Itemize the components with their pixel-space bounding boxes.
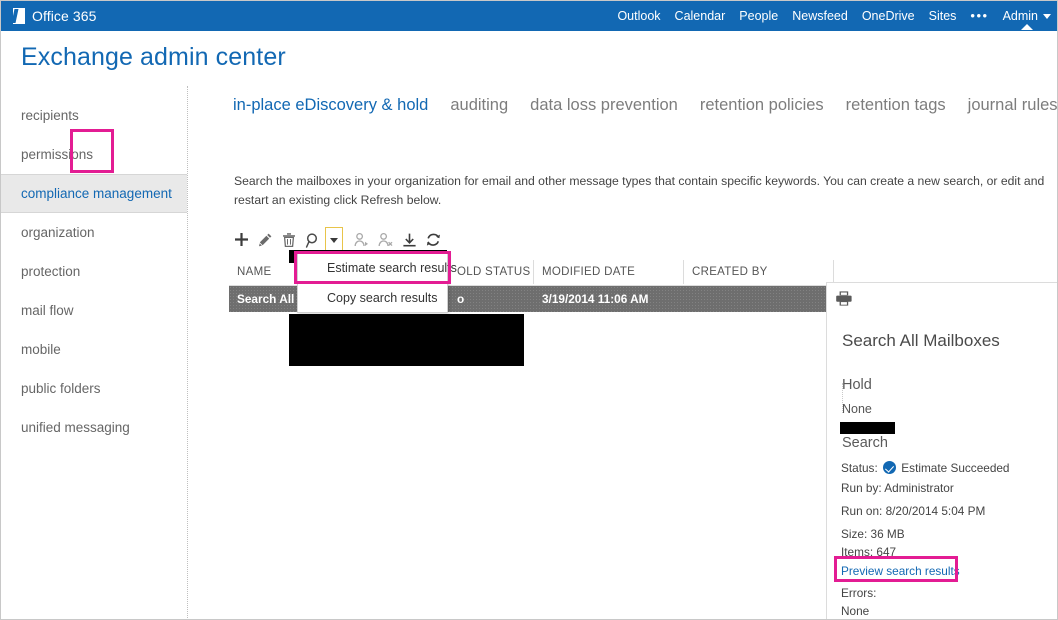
sidebar-item-mobile[interactable]: mobile (1, 330, 187, 369)
detail-hold-value: None (842, 402, 872, 416)
suite-link-calendar[interactable]: Calendar (675, 1, 726, 31)
sidebar: recipients permissions compliance manage… (1, 86, 188, 619)
office-logo-icon (11, 8, 26, 24)
column-header-extra[interactable] (834, 260, 1057, 284)
preview-search-results-link[interactable]: Preview search results (841, 564, 960, 578)
chevron-down-icon (1043, 13, 1051, 19)
tab-auditing[interactable]: auditing (450, 96, 508, 115)
more-ellipsis-icon[interactable]: ••• (970, 1, 988, 31)
redaction-bar-table (289, 314, 524, 366)
detail-run-on: Run on: 8/20/2014 5:04 PM (841, 504, 986, 518)
tab-in-place-ediscovery-and-hold[interactable]: in-place eDiscovery & hold (233, 96, 428, 115)
tab-bar: in-place eDiscovery & hold auditing data… (233, 96, 1057, 115)
app-window: Office 365 Outlook Calendar People Newsf… (0, 0, 1058, 620)
suite-link-onedrive[interactable]: OneDrive (862, 1, 915, 31)
sidebar-item-mail-flow[interactable]: mail flow (1, 291, 187, 330)
sidebar-item-public-folders[interactable]: public folders (1, 369, 187, 408)
admin-label: Admin (1002, 9, 1038, 23)
tab-retention-policies[interactable]: retention policies (700, 96, 824, 115)
admin-active-pointer (1020, 24, 1033, 30)
page-description: Search the mailboxes in your organizatio… (234, 174, 1045, 207)
office365-suite-bar: Office 365 Outlook Calendar People Newsf… (1, 1, 1057, 31)
tab-data-loss-prevention[interactable]: data loss prevention (530, 96, 678, 115)
column-header-modified-date[interactable]: MODIFIED DATE (534, 259, 684, 284)
detail-errors-label: Errors: (841, 586, 877, 600)
column-header-created-by[interactable]: CREATED BY (684, 259, 834, 284)
redaction-bar-detail (840, 422, 895, 434)
detail-status-row: Status: Estimate Succeeded (841, 459, 1010, 475)
cell-modified-date: 3/19/2014 11:06 AM (542, 292, 649, 306)
detail-search-heading: Search (842, 435, 888, 451)
sidebar-item-organization[interactable]: organization (1, 213, 187, 252)
check-circle-icon (883, 461, 897, 474)
detail-status-value: Estimate Succeeded (901, 461, 1010, 475)
detail-run-by: Run by: Administrator (841, 481, 954, 495)
suite-link-people[interactable]: People (739, 1, 778, 31)
menu-item-copy-search-results[interactable]: Copy search results (298, 283, 447, 312)
search-dropdown-menu: Estimate search results Copy search resu… (297, 253, 457, 313)
suite-link-outlook[interactable]: Outlook (617, 1, 660, 31)
suite-link-newsfeed[interactable]: Newsfeed (792, 1, 848, 31)
tab-retention-tags[interactable]: retention tags (846, 96, 946, 115)
new-icon[interactable] (229, 226, 253, 254)
printer-icon[interactable] (835, 290, 853, 312)
column-header-hold-status[interactable]: OLD STATUS (449, 259, 534, 284)
detail-title: Search All Mailboxes (842, 331, 1000, 350)
suite-nav: Outlook Calendar People Newsfeed OneDriv… (617, 1, 1051, 31)
sidebar-item-permissions[interactable]: permissions (1, 135, 187, 174)
detail-items: Items: 647 (841, 545, 897, 559)
tab-journal-rules[interactable]: journal rules (968, 96, 1057, 115)
menu-item-estimate-search-results[interactable]: Estimate search results (298, 254, 457, 283)
admin-menu[interactable]: Admin (1002, 9, 1051, 30)
brand-label: Office 365 (32, 8, 97, 24)
detail-hold-heading: Hold (842, 377, 872, 393)
suite-link-sites[interactable]: Sites (929, 1, 957, 31)
sidebar-item-compliance-management[interactable]: compliance management (1, 174, 187, 213)
edit-pencil-icon[interactable] (253, 226, 277, 254)
detail-size: Size: 36 MB (841, 527, 905, 541)
detail-status-label: Status: (841, 461, 878, 475)
sidebar-item-unified-messaging[interactable]: unified messaging (1, 408, 187, 447)
sidebar-item-recipients[interactable]: recipients (1, 96, 187, 135)
cell-hold-status: o (457, 292, 465, 306)
details-pane: Search All Mailboxes Hold None Search St… (826, 282, 1057, 619)
page-title: Exchange admin center (21, 43, 286, 71)
office365-brand[interactable]: Office 365 (11, 8, 97, 24)
detail-errors-value: None (841, 604, 870, 618)
sidebar-item-protection[interactable]: protection (1, 252, 187, 291)
